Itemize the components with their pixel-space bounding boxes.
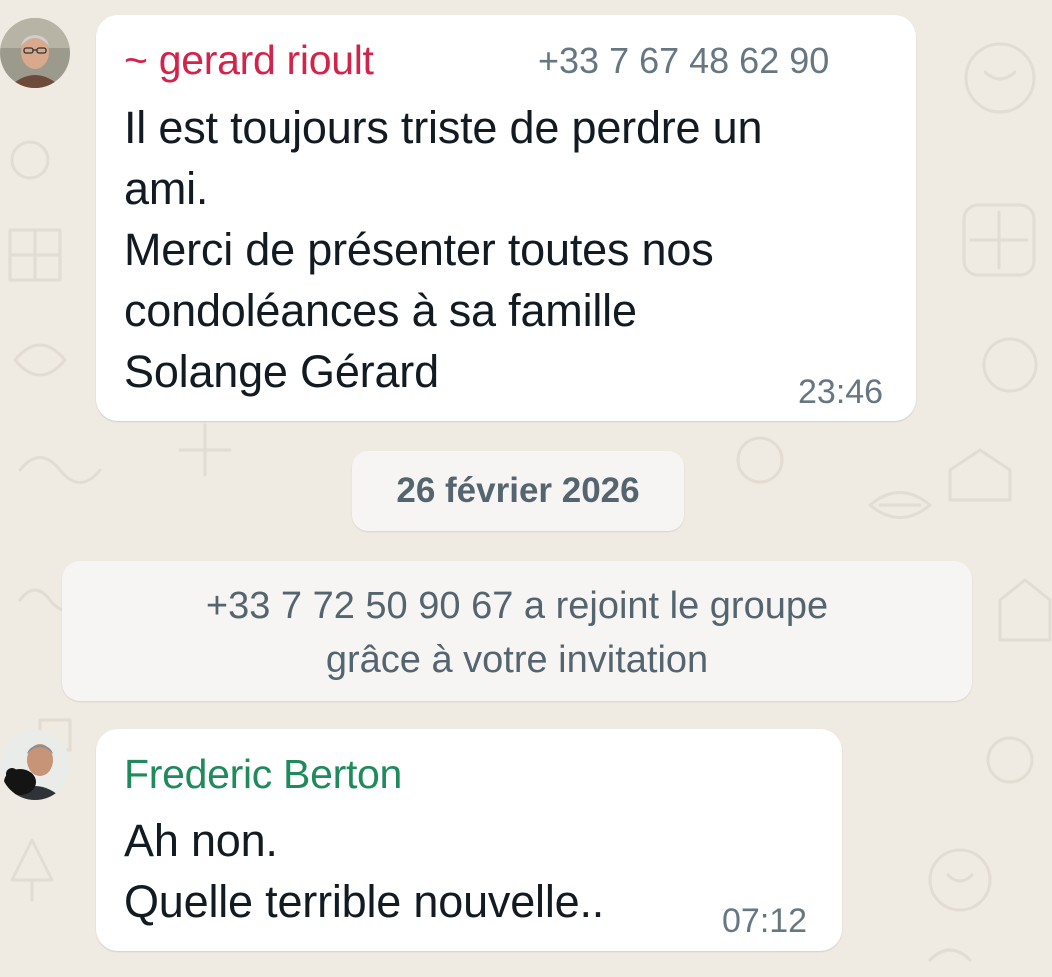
sender-name[interactable]: ~ gerard rioult xyxy=(124,37,374,84)
message-text-line: ami. xyxy=(124,163,209,214)
system-message-line: grâce à votre invitation xyxy=(325,639,709,681)
message-text-line: condoléances à sa famille xyxy=(124,285,637,336)
system-message-line: +33 7 72 50 90 67 a rejoint le groupe xyxy=(205,585,829,627)
message-text-line: Il est toujours triste de perdre un xyxy=(124,102,763,153)
message-bubble-frederic[interactable]: Frederic Berton Ah non. Quelle terrible … xyxy=(96,729,842,951)
sender-phone[interactable]: +33 7 67 48 62 90 xyxy=(538,40,829,82)
message-text-line: Merci de présenter toutes nos xyxy=(124,224,714,275)
message-bubble-gerard[interactable]: ~ gerard rioult +33 7 67 48 62 90 Il est… xyxy=(96,15,916,421)
avatar-gerard[interactable] xyxy=(0,18,70,88)
user-photo-gerard-icon xyxy=(0,18,70,88)
message-text-line: Solange Gérard xyxy=(124,346,439,397)
user-photo-frederic-icon xyxy=(0,730,70,800)
sender-name[interactable]: Frederic Berton xyxy=(124,751,402,798)
message-timestamp: 23:46 xyxy=(798,373,884,411)
message-timestamp: 07:12 xyxy=(722,902,808,940)
message-text-line: Quelle terrible nouvelle.. xyxy=(124,876,605,927)
avatar-frederic[interactable] xyxy=(0,730,70,800)
message-text-line: Ah non. xyxy=(124,815,278,866)
date-separator: 26 février 2026 xyxy=(352,451,684,531)
system-message: +33 7 72 50 90 67 a rejoint le groupe gr… xyxy=(62,561,972,701)
